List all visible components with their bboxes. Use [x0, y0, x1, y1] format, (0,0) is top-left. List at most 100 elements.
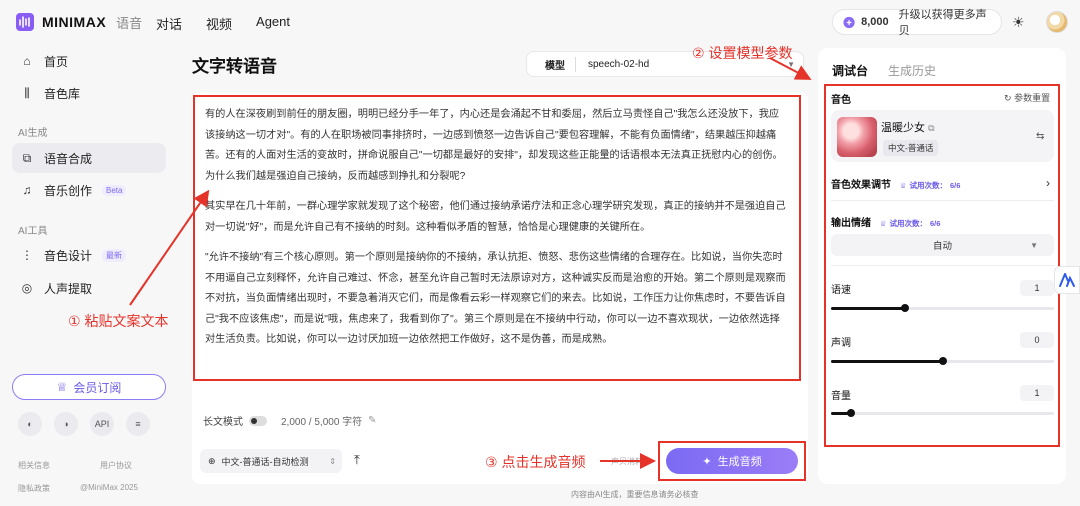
crown-icon: ♕	[899, 181, 907, 190]
voice-section-title: 音色	[831, 95, 851, 106]
pitch-label: 声调	[831, 338, 851, 349]
swap-icon[interactable]: ⇆	[1036, 131, 1044, 142]
slider-knob[interactable]	[847, 409, 856, 417]
logo[interactable]: MINIMAX 语音	[14, 11, 142, 33]
voice-name-text: 温暖少女	[881, 122, 925, 134]
long-mode-row: 长文模式 2,000 / 5,000 字符 ✎	[203, 413, 377, 428]
trial-label: 试用次数：	[909, 181, 948, 190]
api-link[interactable]: API	[90, 412, 114, 436]
trial-count: 6/6	[950, 181, 961, 190]
nav-video[interactable]: 视频	[206, 14, 232, 33]
annotation-2: ② 设置模型参数	[692, 45, 793, 61]
upload-icon[interactable]: ⤒	[354, 452, 360, 468]
model-label: 模型	[545, 56, 576, 72]
crown-icon: ♕	[56, 380, 68, 394]
sparkle-icon: ✦	[702, 455, 712, 468]
credit-count: 8,000	[861, 16, 889, 28]
divider	[831, 200, 1054, 201]
terms-link[interactable]: 用户协议	[100, 460, 132, 471]
paragraph: 其实早在几十年前，一群心理学家就发现了这个秘密，他们通过接纳承诺疗法和正念心理学…	[205, 201, 786, 233]
about-link[interactable]: 相关信息	[18, 460, 50, 471]
brand-name: MINIMAX	[42, 14, 107, 30]
library-icon: ⫼	[24, 85, 30, 100]
slider-knob[interactable]	[900, 304, 909, 312]
pitch-slider[interactable]	[831, 357, 1054, 365]
long-mode-label: 长文模式	[203, 417, 243, 428]
tts-icon: ⧉	[22, 150, 32, 165]
effect-section-title[interactable]: 音色效果调节 ♕ 试用次数： 6/6	[831, 176, 960, 191]
updown-icon: ⇕	[329, 456, 336, 466]
slider-fill	[831, 307, 905, 310]
vocal-extract-icon: ◎	[21, 281, 33, 295]
sidebar-item-home[interactable]: ⌂ 首页	[12, 46, 166, 76]
sidebar-item-voice-design[interactable]: ⋮ 音色设计 最新	[12, 240, 166, 270]
tab-history[interactable]: 生成历史	[888, 62, 936, 79]
reset-label: 参数重置	[1014, 93, 1051, 103]
credits-button[interactable]: 8,000 升级以获得更多声贝	[832, 9, 1002, 37]
panel-tabs: 调试台 生成历史	[832, 62, 936, 79]
nav-agent[interactable]: Agent	[256, 14, 290, 33]
chevron-right-icon[interactable]: ›	[1046, 176, 1050, 190]
crown-icon: ♕	[879, 219, 887, 228]
copyright: @MiniMax 2025	[80, 483, 138, 492]
copy-icon[interactable]: ⧉	[928, 123, 934, 133]
pitch-value[interactable]: 0	[1020, 332, 1054, 348]
privacy-link[interactable]: 隐私政策	[18, 483, 50, 494]
generate-audio-button[interactable]: ✦ 生成音频	[666, 448, 798, 474]
home-icon: ⌂	[23, 54, 31, 68]
assistant-float-button[interactable]	[1054, 266, 1080, 294]
paragraph: "允许不接纳"有三个核心原则。第一个原则是接纳你的不接纳，承认抗拒、愤怒、悲伤这…	[205, 252, 786, 345]
volume-value[interactable]: 1	[1020, 385, 1054, 401]
sidebar-item-voice-library[interactable]: ⫼ 音色库	[12, 78, 166, 108]
voice-name: 温暖少女 ⧉	[881, 119, 935, 135]
sidebar-item-label: 语音合成	[44, 151, 93, 166]
avatar[interactable]	[1046, 11, 1068, 33]
theme-toggle-icon[interactable]: ☀	[1012, 14, 1025, 31]
footer-links: 相关信息 用户协议 隐私政策 @MiniMax 2025	[18, 460, 168, 506]
discord-icon[interactable]: ◐	[18, 412, 42, 436]
sidebar-item-vocal-extract[interactable]: ◎ 人声提取	[12, 273, 166, 303]
voice-design-icon: ⋮	[21, 248, 33, 262]
effect-title: 音色效果调节	[831, 180, 891, 191]
group-ai-tools: AI工具	[18, 226, 48, 237]
language-value: 中文-普通话-自动检测	[221, 456, 309, 467]
tab-console[interactable]: 调试台	[832, 62, 868, 79]
emotion-section-title: 输出情绪 ♕ 试用次数： 6/6	[831, 214, 940, 229]
emotion-value: 自动	[932, 241, 952, 252]
cost-tip: 声贝消耗	[611, 457, 643, 466]
reset-button[interactable]: ↻ 参数重置	[1004, 91, 1050, 104]
social-links: ◐ ◑ API ≡	[18, 412, 150, 436]
speed-slider[interactable]	[831, 304, 1054, 312]
nav-chat[interactable]: 对话	[156, 14, 182, 33]
long-mode-toggle[interactable]	[249, 415, 267, 426]
slider-knob[interactable]	[938, 357, 947, 365]
speed-value[interactable]: 1	[1020, 280, 1054, 296]
sidebar-item-music[interactable]: ♫ 音乐创作 Beta	[12, 175, 166, 205]
trial-count: 6/6	[930, 219, 941, 228]
refresh-icon: ↻	[1004, 93, 1012, 103]
char-count: 2,000 / 5,000 字符	[281, 417, 363, 428]
annotation-3: ③ 点击生成音频	[485, 454, 586, 470]
text-input[interactable]: 有的人在深夜刷到前任的朋友圈，明明已经分手一年了，内心还是会涌起不甘和委屈，然后…	[193, 95, 801, 381]
beta-badge: Beta	[102, 184, 127, 196]
generate-label: 生成音频	[717, 456, 762, 468]
language-select[interactable]: ⊕ 中文-普通话-自动检测 ⇕	[200, 449, 342, 473]
disclaimer: 内容由AI生成，重要信息请务必核查	[571, 490, 699, 499]
menu-icon[interactable]: ≡	[126, 412, 150, 436]
globe-icon: ⊕	[208, 455, 216, 466]
sidebar-item-label: 人声提取	[44, 281, 93, 296]
emotion-select[interactable]: 自动 ▼	[831, 234, 1054, 256]
volume-slider[interactable]	[831, 409, 1054, 417]
group-ai-gen: AI生成	[18, 128, 48, 139]
speed-label: 语速	[831, 285, 851, 296]
sidebar-item-tts[interactable]: ⧉ 语音合成	[12, 143, 166, 173]
page-title: 文字转语音	[192, 57, 277, 76]
pen-icon[interactable]: ✎	[368, 415, 376, 426]
member-subscribe-button[interactable]: ♕ 会员订阅	[12, 374, 166, 400]
annotation-1: ① 粘贴文案文本	[68, 313, 169, 329]
sidebar-item-label: 音色设计	[44, 248, 93, 263]
trial-label: 试用次数：	[889, 219, 928, 228]
wechat-icon[interactable]: ◑	[54, 412, 78, 436]
top-bar: MINIMAX 语音 对话 视频 Agent 8,000 升级以获得更多声贝 ☀	[0, 0, 1080, 44]
assistant-icon	[1059, 273, 1075, 287]
